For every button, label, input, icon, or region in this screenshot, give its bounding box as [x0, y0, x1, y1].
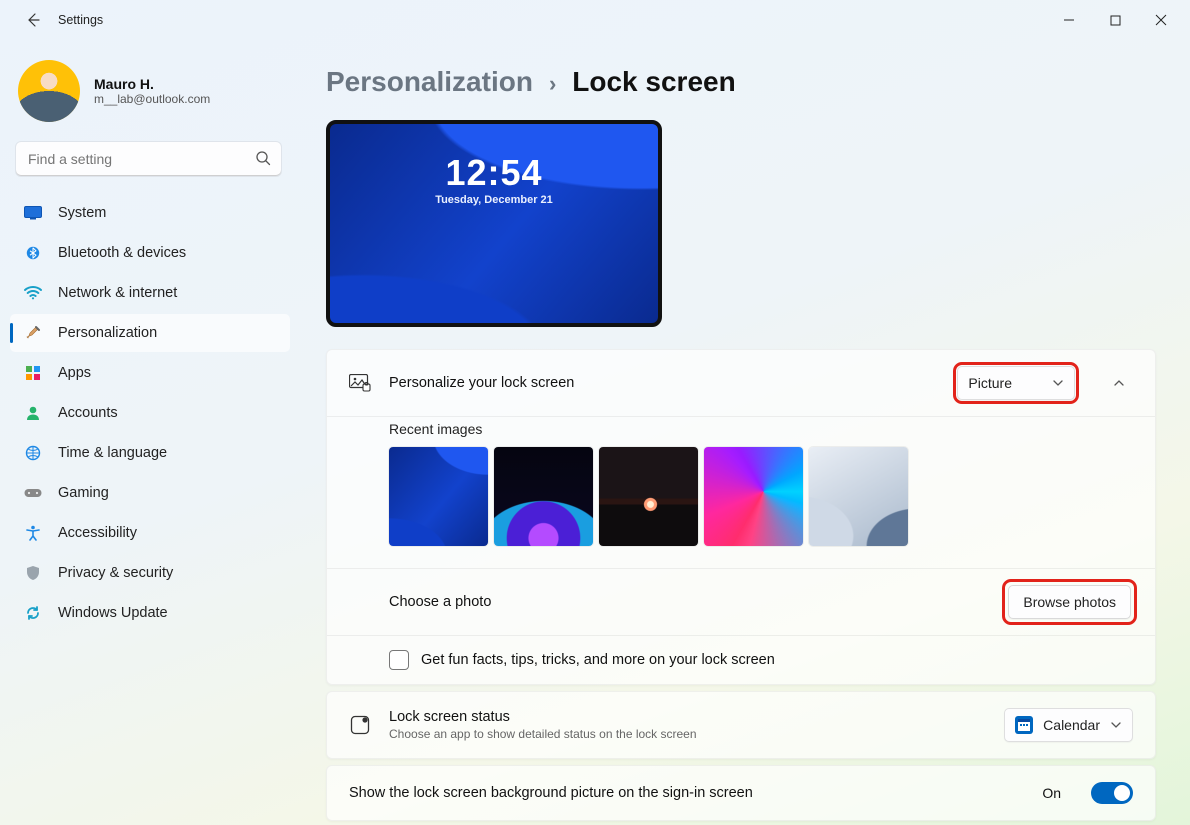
nav-label: Windows Update — [58, 605, 168, 621]
nav-label: Accessibility — [58, 525, 137, 541]
recent-images-list — [327, 447, 1155, 568]
chevron-right-icon: › — [549, 71, 556, 97]
recent-image-4[interactable] — [704, 447, 803, 546]
nav-label: Apps — [58, 365, 91, 381]
person-icon — [24, 404, 42, 422]
nav-accessibility[interactable]: Accessibility — [10, 514, 290, 552]
chevron-down-icon — [1052, 377, 1064, 389]
nav-privacy[interactable]: Privacy & security — [10, 554, 290, 592]
nav-apps[interactable]: Apps — [10, 354, 290, 392]
nav-time-language[interactable]: Time & language — [10, 434, 290, 472]
apps-icon — [24, 364, 42, 382]
avatar — [18, 60, 80, 122]
window-controls — [1046, 5, 1184, 35]
display-icon — [24, 204, 42, 222]
close-button[interactable] — [1138, 5, 1184, 35]
gamepad-icon — [24, 484, 42, 502]
minimize-icon — [1063, 14, 1075, 26]
preview-time: 12:54 — [330, 152, 658, 194]
nav-gaming[interactable]: Gaming — [10, 474, 290, 512]
arrow-left-icon — [25, 12, 41, 28]
personalize-header-row: Personalize your lock screen Picture — [327, 350, 1155, 416]
status-row[interactable]: Lock screen status Choose an app to show… — [327, 692, 1155, 758]
window-title: Settings — [58, 13, 103, 27]
shield-icon — [24, 564, 42, 582]
personalize-label: Personalize your lock screen — [389, 375, 574, 391]
dropdown-value: Picture — [968, 375, 1012, 391]
wifi-icon — [24, 284, 42, 302]
status-label: Lock screen status — [389, 709, 697, 725]
back-button[interactable] — [16, 3, 50, 37]
nav-label: Privacy & security — [58, 565, 173, 581]
nav-label: System — [58, 205, 106, 221]
signin-row: Show the lock screen background picture … — [327, 766, 1155, 820]
main-content: Personalization › Lock screen 12:54 Tues… — [300, 40, 1190, 825]
nav-label: Time & language — [58, 445, 167, 461]
dropdown-value: Calendar — [1043, 717, 1100, 733]
profile-block[interactable]: Mauro H. m__lab@outlook.com — [10, 52, 290, 142]
recent-image-3[interactable] — [599, 447, 698, 546]
toggle-state-label: On — [1042, 785, 1061, 801]
choose-photo-label: Choose a photo — [389, 594, 491, 610]
app-shell: Mauro H. m__lab@outlook.com System Bluet… — [0, 40, 1190, 825]
nav-label: Bluetooth & devices — [58, 245, 186, 261]
profile-name: Mauro H. — [94, 76, 210, 92]
globe-clock-icon — [24, 444, 42, 462]
status-app-dropdown[interactable]: Calendar — [1004, 708, 1133, 742]
fun-facts-row: Get fun facts, tips, tricks, and more on… — [327, 635, 1155, 684]
sidebar: Mauro H. m__lab@outlook.com System Bluet… — [0, 40, 300, 825]
signin-label: Show the lock screen background picture … — [349, 785, 753, 801]
nav-bluetooth[interactable]: Bluetooth & devices — [10, 234, 290, 272]
lock-screen-preview: 12:54 Tuesday, December 21 — [326, 120, 662, 327]
fun-facts-checkbox[interactable] — [389, 650, 409, 670]
update-icon — [24, 604, 42, 622]
nav-network[interactable]: Network & internet — [10, 274, 290, 312]
notification-icon — [349, 715, 371, 735]
close-icon — [1155, 14, 1167, 26]
calendar-icon — [1015, 716, 1033, 734]
maximize-button[interactable] — [1092, 5, 1138, 35]
chevron-up-icon — [1113, 377, 1125, 389]
nav-label: Personalization — [58, 325, 157, 341]
background-type-dropdown[interactable]: Picture — [957, 366, 1075, 400]
signin-background-card: Show the lock screen background picture … — [326, 765, 1156, 821]
lock-screen-status-card: Lock screen status Choose an app to show… — [326, 691, 1156, 759]
recent-images-label: Recent images — [327, 417, 1155, 447]
titlebar: Settings — [0, 0, 1190, 40]
minimize-button[interactable] — [1046, 5, 1092, 35]
paintbrush-icon — [24, 324, 42, 342]
nav-system[interactable]: System — [10, 194, 290, 232]
chevron-down-icon — [1110, 719, 1122, 731]
choose-photo-row: Choose a photo Browse photos — [327, 568, 1155, 635]
nav: System Bluetooth & devices Network & int… — [10, 194, 290, 632]
fun-facts-label: Get fun facts, tips, tricks, and more on… — [421, 652, 775, 668]
personalize-card: Personalize your lock screen Picture Rec… — [326, 349, 1156, 685]
recent-image-1[interactable] — [389, 447, 488, 546]
nav-label: Network & internet — [58, 285, 177, 301]
bluetooth-icon — [24, 244, 42, 262]
signin-toggle[interactable] — [1091, 782, 1133, 804]
nav-personalization[interactable]: Personalization — [10, 314, 290, 352]
search-box — [16, 142, 281, 176]
nav-label: Gaming — [58, 485, 109, 501]
collapse-button[interactable] — [1105, 369, 1133, 397]
search-icon — [255, 150, 271, 166]
accessibility-icon — [24, 524, 42, 542]
maximize-icon — [1110, 15, 1121, 26]
breadcrumb: Personalization › Lock screen — [326, 66, 1156, 98]
nav-accounts[interactable]: Accounts — [10, 394, 290, 432]
nav-windows-update[interactable]: Windows Update — [10, 594, 290, 632]
recent-image-5[interactable] — [809, 447, 908, 546]
profile-email: m__lab@outlook.com — [94, 92, 210, 106]
recent-image-2[interactable] — [494, 447, 593, 546]
breadcrumb-current: Lock screen — [572, 66, 735, 98]
browse-photos-button[interactable]: Browse photos — [1008, 585, 1131, 619]
preview-date: Tuesday, December 21 — [330, 194, 658, 206]
button-label: Browse photos — [1023, 594, 1116, 610]
breadcrumb-parent[interactable]: Personalization — [326, 66, 533, 98]
picture-lock-icon — [349, 374, 371, 392]
nav-label: Accounts — [58, 405, 118, 421]
search-input[interactable] — [16, 142, 281, 176]
status-sub: Choose an app to show detailed status on… — [389, 727, 697, 741]
